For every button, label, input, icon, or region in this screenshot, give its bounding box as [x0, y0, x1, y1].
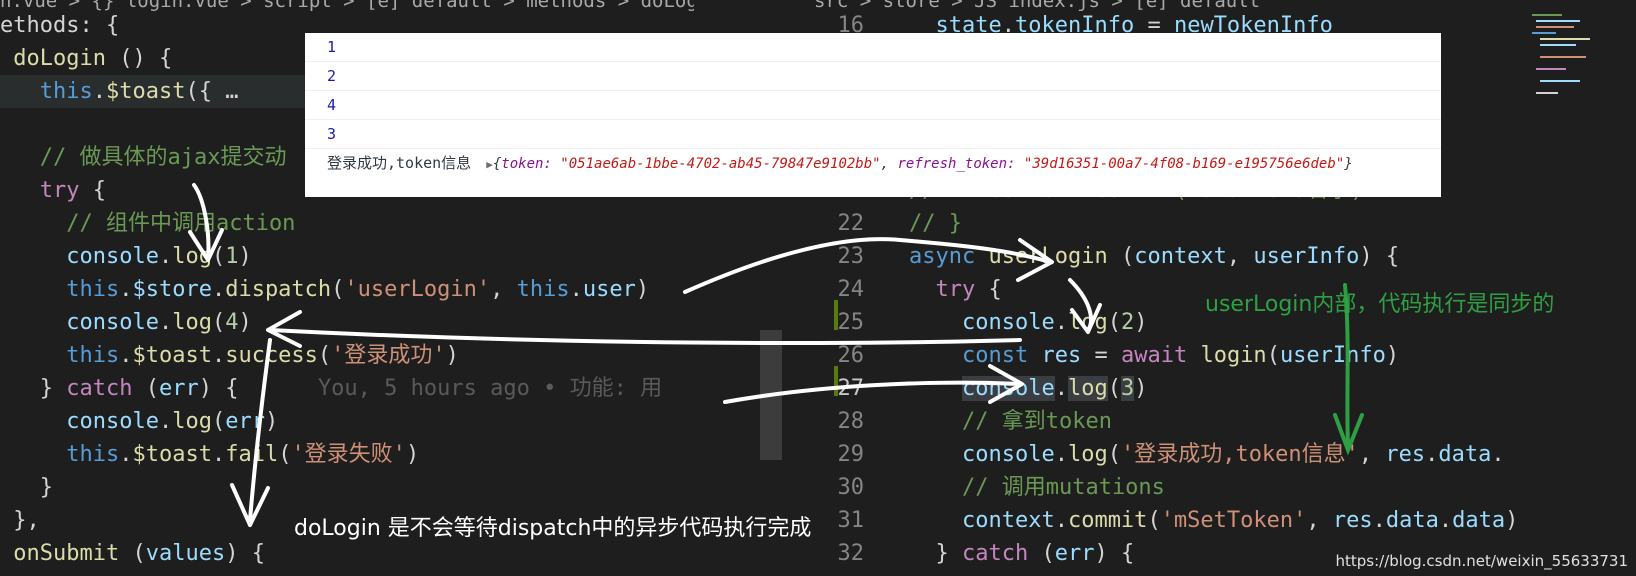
arrow-head: [1070, 303, 1102, 334]
arrow-dispatch-to-userlogin: [683, 237, 1052, 294]
userlogin-note: userLogin内部，代码执行是同步的: [1205, 292, 1555, 317]
arrow-to-log3: [723, 380, 1022, 404]
arrow-back-to-log4: [268, 328, 1022, 345]
dologin-note: doLogin 是不会等待dispatch中的异步代码执行完成: [294, 516, 812, 541]
watermark: https://blog.csdn.net/weixin_55633731: [1335, 552, 1628, 570]
